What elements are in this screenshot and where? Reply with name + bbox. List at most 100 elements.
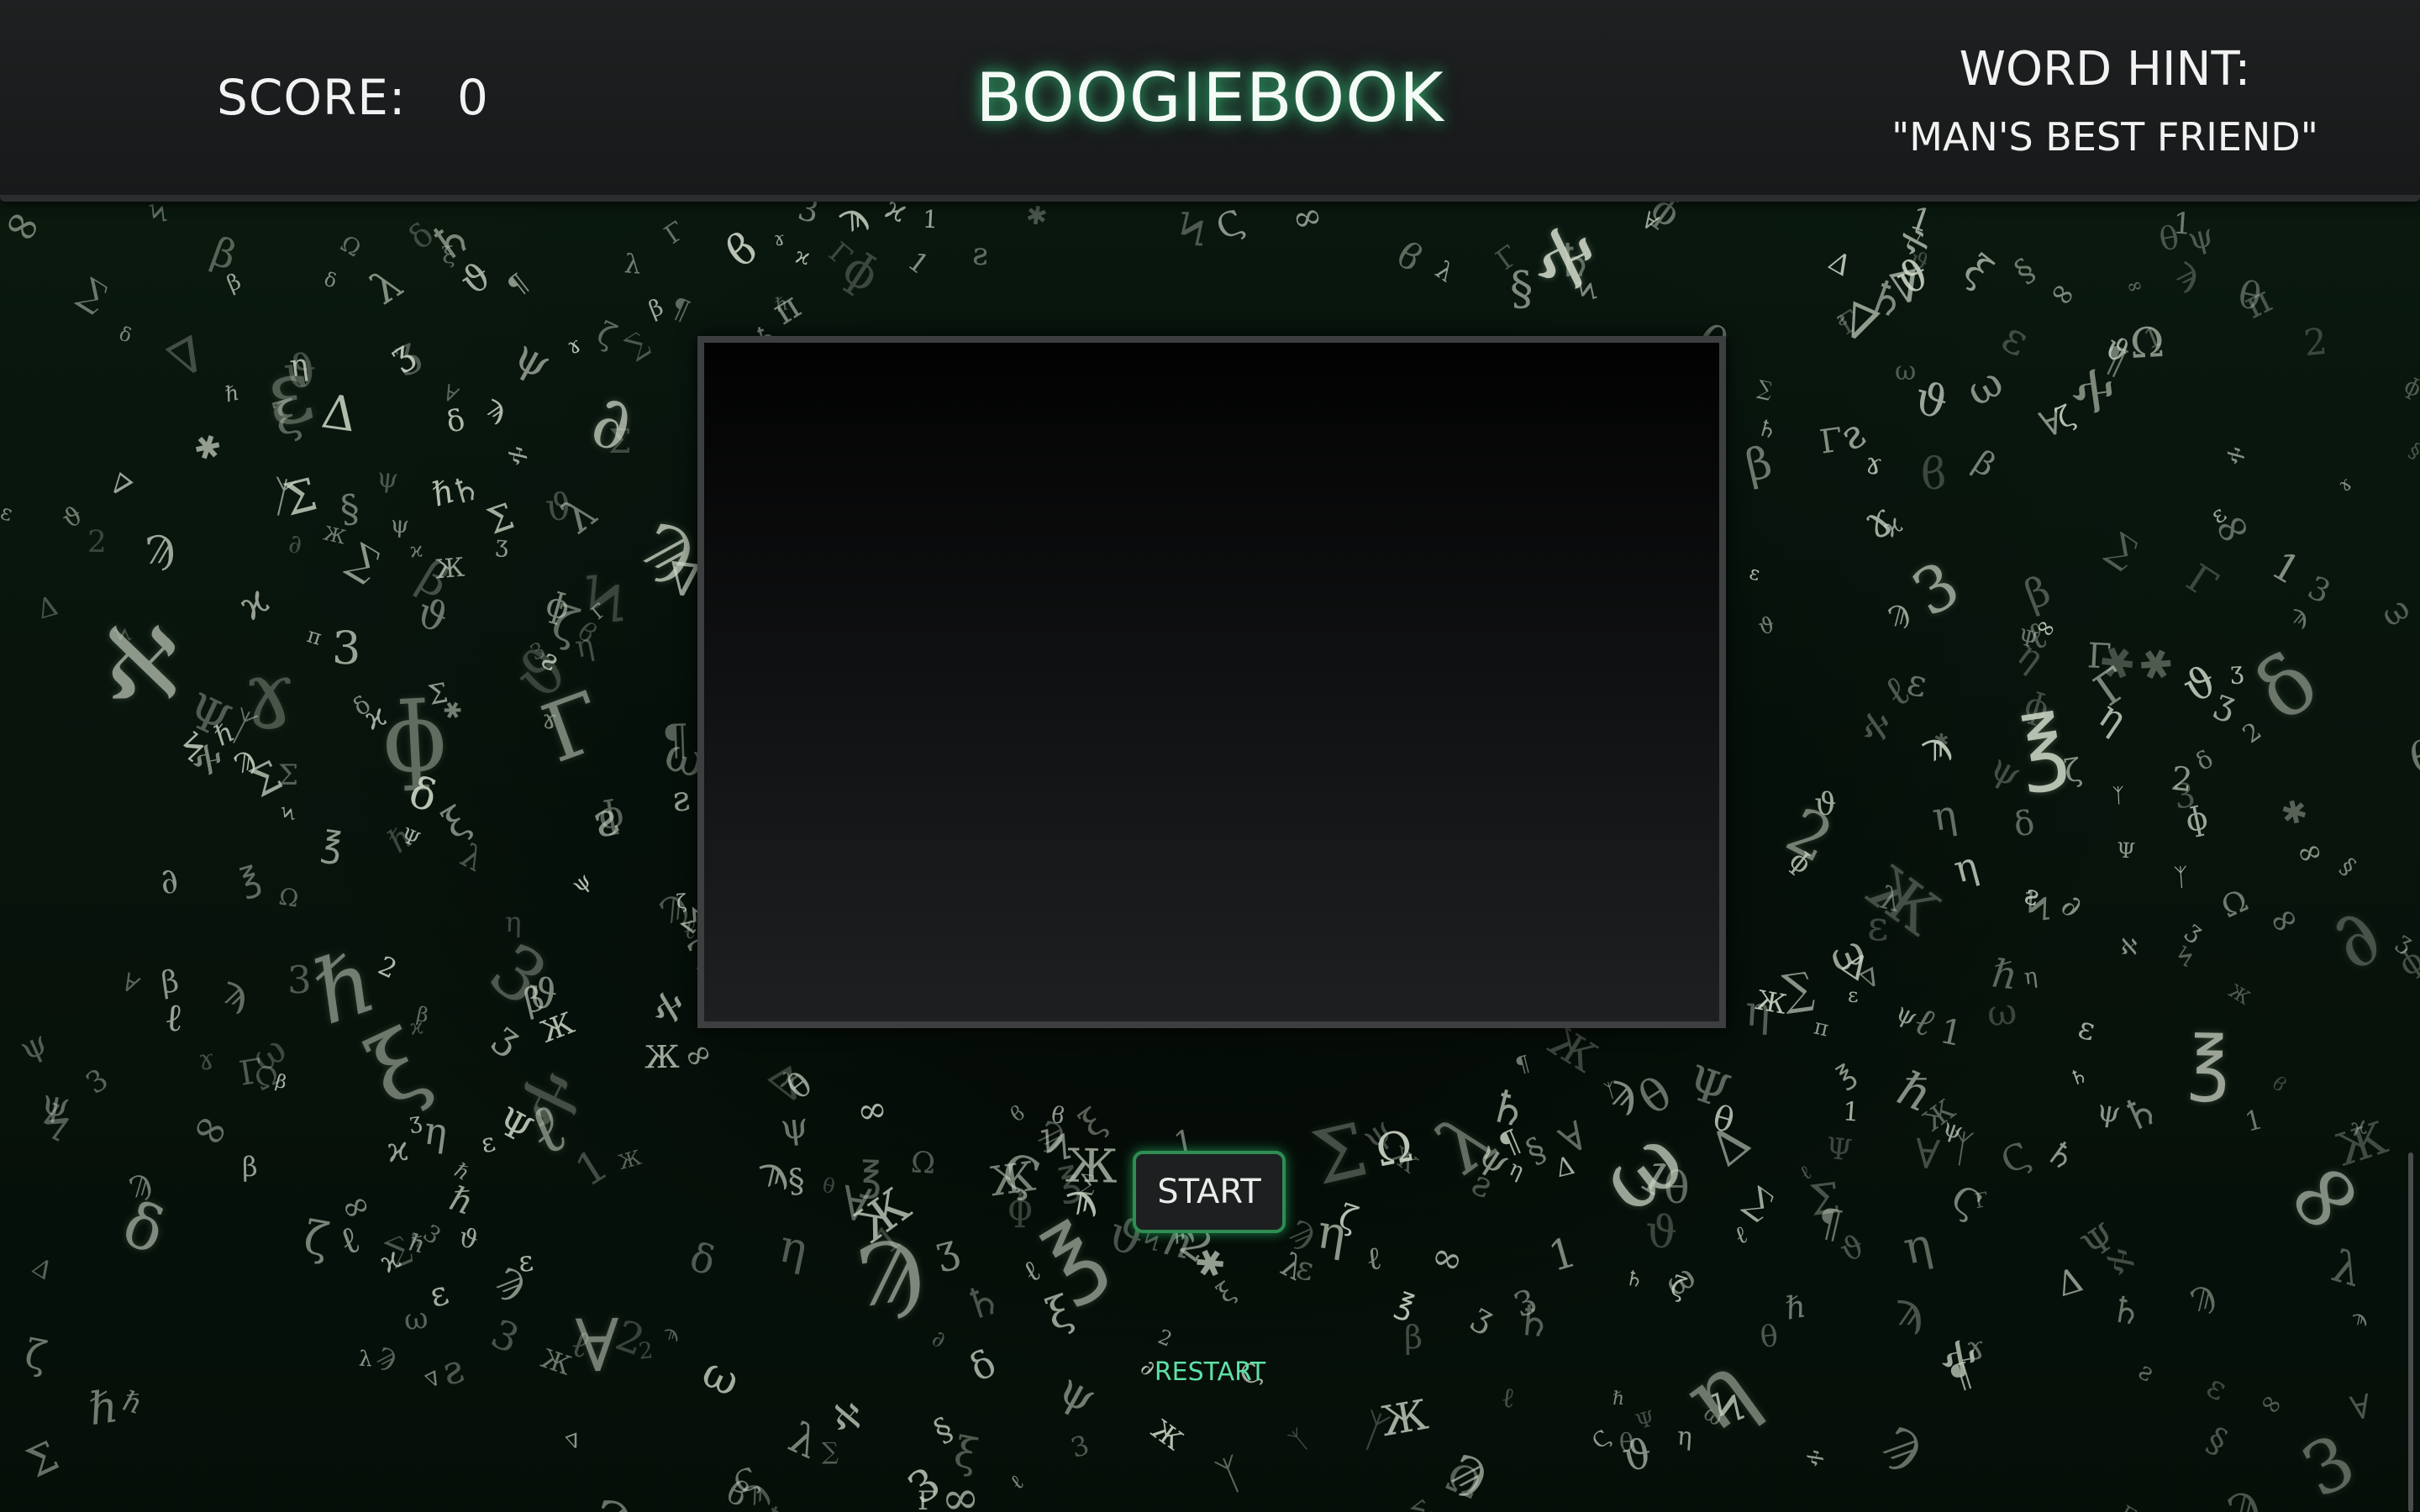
restart-link[interactable]: RESTART <box>1126 1357 1294 1387</box>
background-glyph: ξ <box>1211 1276 1241 1310</box>
background-glyph: ʒ <box>2181 915 2210 946</box>
background-glyph: ɛ <box>516 1244 535 1279</box>
background-glyph: λ <box>361 259 411 314</box>
background-glyph: ℵ <box>1803 1446 1828 1472</box>
background-glyph: ζ <box>1334 1197 1363 1240</box>
background-glyph: ℵ <box>2120 934 2139 961</box>
background-glyph: ♄ <box>2113 1083 2168 1143</box>
background-glyph: ℏ <box>222 380 242 407</box>
background-glyph: ℓ <box>163 994 185 1041</box>
game-board[interactable] <box>697 336 1726 1028</box>
background-glyph: ϰ <box>229 576 278 630</box>
background-glyph: 1 <box>2241 1103 2266 1138</box>
background-glyph: ψ <box>566 867 597 899</box>
background-glyph: ϰ <box>408 1014 425 1040</box>
background-glyph: ᛉ <box>1210 1448 1252 1503</box>
background-glyph: ϡ <box>2348 1304 2369 1331</box>
background-glyph: π <box>2236 276 2279 328</box>
top-bar: SCORE: 0 BOOGIEBOOK WORD HINT: "MAN'S BE… <box>0 0 2420 202</box>
background-glyph: 2 <box>2302 320 2329 365</box>
background-glyph: ∞ <box>1287 193 1328 242</box>
background-glyph: η <box>1898 1217 1937 1275</box>
background-glyph: § <box>2404 437 2420 465</box>
background-glyph: ζ <box>20 1331 51 1380</box>
background-glyph: Γ <box>2116 1501 2140 1512</box>
background-glyph: λ <box>553 486 607 544</box>
background-glyph: 3 <box>331 621 361 675</box>
background-glyph: Ϟ <box>279 801 297 827</box>
background-glyph: ℓ <box>1017 1253 1047 1290</box>
background-glyph: Ϟ <box>581 559 629 641</box>
background-glyph: ζ <box>591 314 623 355</box>
background-glyph: δ <box>116 323 134 348</box>
background-glyph: ϡ <box>482 386 513 428</box>
background-glyph: ∞ <box>2291 831 2328 874</box>
background-glyph: η <box>1928 791 1960 841</box>
background-glyph: ∑ <box>1755 375 1775 402</box>
background-glyph: ϑ <box>1755 612 1777 641</box>
background-glyph: ℵ <box>832 1395 862 1439</box>
background-glyph: ξ <box>1072 1100 1113 1147</box>
background-glyph: ℵ <box>650 985 687 1031</box>
background-glyph: ᛉ <box>2172 862 2190 892</box>
background-glyph: θ <box>820 1173 838 1200</box>
background-glyph: ∀ <box>2347 1388 2375 1429</box>
background-glyph: ɛ <box>2075 1009 2100 1048</box>
background-glyph: ξ <box>1954 245 2002 297</box>
background-glyph: Ω <box>1439 1453 1488 1509</box>
background-glyph: ϐ <box>2267 1072 2291 1097</box>
background-glyph: ϐ <box>1006 1100 1029 1127</box>
background-glyph: ♄ <box>1553 233 1596 288</box>
background-glyph: ℏ <box>445 1179 478 1223</box>
background-glyph: ℵ <box>2062 360 2124 425</box>
background-glyph: ∞ <box>182 1098 240 1161</box>
background-glyph: ψ <box>506 330 560 390</box>
background-glyph: η <box>1676 1421 1694 1452</box>
background-glyph: ʒ <box>929 1224 963 1274</box>
background-glyph: ♄ <box>1623 1265 1646 1293</box>
background-glyph: ℓ <box>1499 1380 1518 1415</box>
background-glyph: ∂ <box>2310 890 2401 989</box>
background-glyph: ∑ <box>1739 1179 1781 1226</box>
background-glyph: ω <box>402 1301 430 1338</box>
background-glyph: ϡ <box>1607 1063 1639 1118</box>
background-glyph: Ϟ <box>2172 940 2198 974</box>
background-glyph: § <box>1508 260 1534 316</box>
background-glyph: Ж <box>537 1343 575 1382</box>
background-glyph: ɛ <box>1993 312 2038 367</box>
background-glyph: β <box>223 269 245 297</box>
background-glyph: ϑ <box>1618 1430 1655 1482</box>
background-glyph: Σ <box>1405 1494 1440 1512</box>
background-glyph: ϡ <box>1895 1281 1923 1336</box>
background-glyph: Ω <box>909 1146 937 1181</box>
background-glyph: β <box>2018 566 2057 620</box>
background-glyph: 3 <box>484 1310 526 1363</box>
background-glyph: ψ <box>1983 746 2028 797</box>
start-button[interactable]: START <box>1133 1151 1286 1233</box>
background-glyph: ∇ <box>103 467 138 504</box>
background-glyph: Ω <box>276 882 301 913</box>
background-glyph: ∞ <box>2042 271 2085 316</box>
background-glyph: 2 <box>2237 716 2267 749</box>
background-glyph: ℏ <box>85 1380 122 1436</box>
background-glyph: Ж <box>434 552 466 585</box>
background-glyph: ♄ <box>2066 1063 2091 1091</box>
background-glyph: 1 <box>922 204 939 234</box>
background-glyph: ϡ <box>219 965 252 1017</box>
background-glyph: Ϛ <box>1994 1133 2038 1183</box>
background-glyph: ω <box>2374 589 2417 634</box>
background-glyph: Ϛ <box>1587 1425 1616 1454</box>
background-glyph: ɤ <box>540 704 558 736</box>
scrollbar[interactable] <box>2408 1152 2413 1512</box>
background-glyph: ɤ <box>1965 1329 1986 1368</box>
background-glyph: ✱ <box>2277 792 2312 833</box>
background-glyph: π <box>304 622 325 650</box>
background-glyph: ɸ <box>2181 798 2212 840</box>
background-glyph: ℏ <box>1989 950 2020 999</box>
background-glyph: ℵ <box>504 441 531 470</box>
background-glyph: Ϟ <box>1177 202 1207 257</box>
background-glyph: ♄ <box>405 1228 426 1253</box>
background-glyph: ψ <box>14 1023 54 1069</box>
background-glyph: ψ <box>2095 1094 2123 1131</box>
background-glyph: ✱ <box>1933 730 1949 753</box>
